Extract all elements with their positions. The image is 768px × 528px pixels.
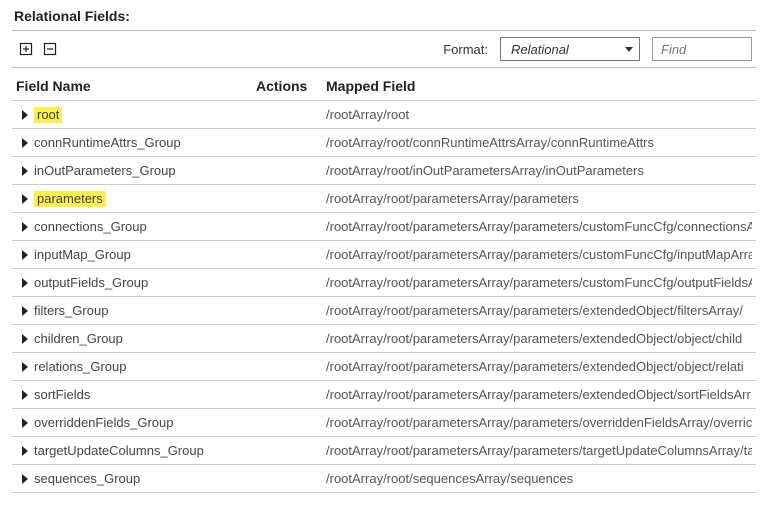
expand-icon[interactable] [22,418,28,428]
find-input[interactable] [661,42,743,57]
table-row[interactable]: connRuntimeAttrs_Group/rootArray/root/co… [12,129,756,157]
expand-icon[interactable] [22,222,28,232]
table-row[interactable]: relations_Group/rootArray/root/parameter… [12,353,756,381]
field-name-cell: filters_Group [16,303,256,318]
expand-icon[interactable] [22,390,28,400]
table-row[interactable]: overriddenFields_Group/rootArray/root/pa… [12,409,756,437]
collapse-all-button[interactable] [40,40,60,58]
field-name-cell: inputMap_Group [16,247,256,262]
mapped-field-cell: /rootArray/root/inOutParametersArray/inO… [326,163,752,178]
table-header: Field Name Actions Mapped Field [12,68,756,101]
table-row[interactable]: inputMap_Group/rootArray/root/parameters… [12,241,756,269]
expand-icon[interactable] [22,250,28,260]
expand-icon[interactable] [22,138,28,148]
table-row[interactable]: outputFields_Group/rootArray/root/parame… [12,269,756,297]
field-name-cell: children_Group [16,331,256,346]
col-header-name: Field Name [16,78,256,94]
format-select[interactable]: Relational [500,37,640,61]
expand-icon[interactable] [22,334,28,344]
mapped-field-cell: /rootArray/root/parametersArray/paramete… [326,331,752,346]
table-row[interactable]: filters_Group/rootArray/root/parametersA… [12,297,756,325]
field-name-cell: sortFields [16,387,256,402]
mapped-field-cell: /rootArray/root/connRuntimeAttrsArray/co… [326,135,752,150]
expand-all-icon [19,42,33,56]
field-name: relations_Group [34,359,127,374]
field-name-cell: connections_Group [16,219,256,234]
expand-icon[interactable] [22,474,28,484]
field-name-cell: inOutParameters_Group [16,163,256,178]
expand-icon[interactable] [22,110,28,120]
col-header-mapped: Mapped Field [326,78,752,94]
field-name-cell: targetUpdateColumns_Group [16,443,256,458]
expand-icon[interactable] [22,306,28,316]
field-name: sequences_Group [34,471,140,486]
mapped-field-cell: /rootArray/root/parametersArray/paramete… [326,275,752,290]
field-name: inOutParameters_Group [34,163,176,178]
field-name-cell: connRuntimeAttrs_Group [16,135,256,150]
field-name: connections_Group [34,219,147,234]
table-row[interactable]: sequences_Group/rootArray/root/sequences… [12,465,756,493]
expand-icon[interactable] [22,446,28,456]
table-body: root/rootArray/rootconnRuntimeAttrs_Grou… [12,101,756,493]
mapped-field-cell: /rootArray/root/parametersArray/paramete… [326,387,752,402]
field-name-cell: sequences_Group [16,471,256,486]
find-field-wrap[interactable] [652,37,752,61]
expand-all-button[interactable] [16,40,36,58]
field-name-cell: root [16,107,256,123]
table-row[interactable]: targetUpdateColumns_Group/rootArray/root… [12,437,756,465]
format-label: Format: [443,42,488,57]
table-row[interactable]: children_Group/rootArray/root/parameters… [12,325,756,353]
col-header-actions: Actions [256,78,326,94]
mapped-field-cell: /rootArray/root/parametersArray/paramete… [326,247,752,262]
table-row[interactable]: root/rootArray/root [12,101,756,129]
mapped-field-cell: /rootArray/root/parametersArray/paramete… [326,359,752,374]
field-name-cell: parameters [16,191,256,207]
table-row[interactable]: parameters/rootArray/root/parametersArra… [12,185,756,213]
mapped-field-cell: /rootArray/root/parametersArray/paramete… [326,303,752,318]
field-name: parameters [34,191,106,207]
field-name: targetUpdateColumns_Group [34,443,204,458]
mapped-field-cell: /rootArray/root/parametersArray/paramete… [326,219,752,234]
expand-icon[interactable] [22,166,28,176]
field-name: sortFields [34,387,90,402]
field-name: children_Group [34,331,123,346]
format-selected-value: Relational [511,42,569,57]
field-name: filters_Group [34,303,108,318]
table-row[interactable]: connections_Group/rootArray/root/paramet… [12,213,756,241]
section-title: Relational Fields: [14,8,756,24]
field-name: overriddenFields_Group [34,415,173,430]
field-name-cell: outputFields_Group [16,275,256,290]
mapped-field-cell: /rootArray/root/parametersArray/paramete… [326,443,752,458]
table-row[interactable]: inOutParameters_Group/rootArray/root/inO… [12,157,756,185]
field-name-cell: relations_Group [16,359,256,374]
table-row[interactable]: sortFields/rootArray/root/parametersArra… [12,381,756,409]
expand-icon[interactable] [22,278,28,288]
toolbar: Format: Relational [12,30,756,68]
collapse-all-icon [43,42,57,56]
mapped-field-cell: /rootArray/root/parametersArray/paramete… [326,191,752,206]
expand-icon[interactable] [22,194,28,204]
field-name-cell: overriddenFields_Group [16,415,256,430]
mapped-field-cell: /rootArray/root/sequencesArray/sequences [326,471,752,486]
field-name: root [34,107,62,123]
chevron-down-icon [625,47,633,52]
mapped-field-cell: /rootArray/root [326,107,752,122]
field-name: connRuntimeAttrs_Group [34,135,181,150]
mapped-field-cell: /rootArray/root/parametersArray/paramete… [326,415,752,430]
field-name: outputFields_Group [34,275,148,290]
field-name: inputMap_Group [34,247,131,262]
expand-icon[interactable] [22,362,28,372]
